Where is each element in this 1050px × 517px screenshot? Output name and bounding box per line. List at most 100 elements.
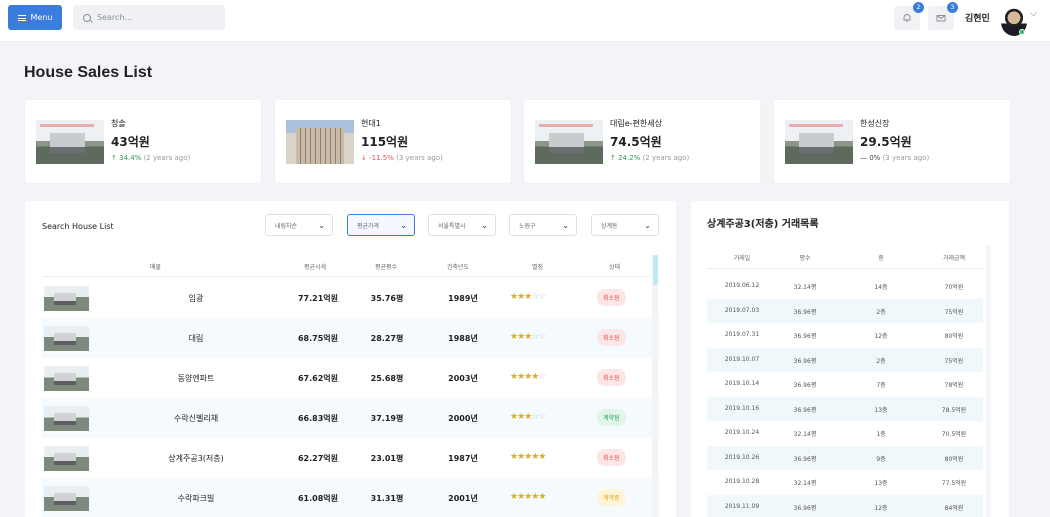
house-card-name: 한성신장 [860,119,890,128]
house-card-name: 대림e-편한세상 [610,119,662,128]
table-row[interactable]: 2019.06.12 32.14평 14층 70억원 [707,274,983,298]
trade-floor: 14층 [874,284,888,291]
avg-size: 25.68평 [370,374,404,383]
table-row[interactable]: 2019.10.26 36.96평 9층 80억원 [707,445,983,470]
notifications-count-badge: 2 [913,2,924,13]
avg-price: 61.08억원 [297,494,339,503]
house-card[interactable]: 대림e-편한세상 74.5억원 ↑ 24.2% (2 years ago) [524,100,760,183]
column-header-trade-amount[interactable]: 거래금액 [919,253,989,262]
neighborhood-select[interactable]: 상계동 ⌄ [591,214,659,236]
hamburger-icon [17,14,26,21]
built-year: 2001년 [448,494,478,503]
table-row[interactable]: 2019.10.24 32.14평 1층 70.5억원 [707,421,983,445]
table-header: 매물 평균시세 평균평수 건축년도 별점 상태 [42,255,660,277]
filter-label: 서울특별시 [438,222,466,230]
notifications-button[interactable]: 2 [894,2,924,30]
house-thumbnail [44,326,89,351]
star-rating: ★★★★★ [510,452,562,462]
house-card[interactable]: 한성신장 29.5억원 — 0% (3 years ago) [774,100,1010,183]
chevron-down-icon: ⌄ [562,220,569,230]
page-title: House Sales List [24,64,153,81]
avg-size: 31.31평 [370,494,404,503]
filter-label: 평균가격 [357,222,380,230]
house-card-name: 현대1 [361,119,381,128]
trade-floor: 12층 [874,333,888,340]
house-name: 임광 [188,294,204,303]
trade-list-panel: 상계주공3(저층) 거래목록 거래일 평수 층 거래금액 2019.06.12 3… [691,201,1009,517]
house-thumbnail [535,120,603,164]
trade-date: 2019.11.09 [724,502,760,510]
filter-label: 노원구 [519,222,536,230]
chevron-down-icon[interactable]: ⌵ [1030,9,1037,19]
status-badge: 취소됨 [597,369,626,386]
messages-button[interactable]: 3 [928,2,958,30]
trade-size: 36.96평 [793,357,817,365]
star-icon: ☆ [538,412,546,422]
table-row[interactable]: 2019.10.16 36.96평 13층 78.5억원 [707,396,983,421]
avg-price: 62.27억원 [297,454,339,463]
trade-floor: 9층 [876,455,886,463]
avg-price: 68.75억원 [297,334,339,343]
avg-price: 66.83억원 [297,414,339,423]
trade-size: 36.96평 [793,455,817,463]
built-year: 1988년 [448,334,478,343]
trade-size: 32.14평 [793,284,817,291]
star-rating: ★★★☆☆ [510,292,562,302]
table-row[interactable]: 동양엔파트 67.62억원 25.68평 2003년 ★★★★☆ 취소됨 [42,358,660,398]
house-card-name: 청솔 [111,119,126,128]
column-header-avg-price[interactable]: 평균시세 [304,262,326,271]
column-header-trade-date[interactable]: 거래일 [707,253,777,262]
house-card[interactable]: 청솔 43억원 ↑ 34.4% (2 years ago) [25,100,261,183]
house-card-change: ↑ 34.4% (2 years ago) [111,154,190,162]
scrollbar-thumb[interactable] [653,255,658,285]
column-header-floor[interactable]: 층 [846,253,916,262]
table-row[interactable]: 2019.07.31 36.96평 12층 80억원 [707,323,983,347]
column-header-size[interactable]: 평수 [770,253,840,262]
column-header-rating[interactable]: 별점 [532,262,543,271]
house-card[interactable]: 현대1 115억원 ↓ -11.5% (3 years ago) [275,100,511,183]
column-header-avg-size[interactable]: 평균평수 [375,262,397,271]
built-year: 2003년 [448,374,478,383]
trade-date: 2019.10.14 [724,380,760,387]
table-row[interactable]: 2019.11.09 36.96평 12층 84억원 [707,494,983,517]
column-header-listing[interactable]: 매물 [150,262,161,271]
built-year: 1989년 [448,294,478,303]
table-row[interactable]: 수락파크빌 61.08억원 31.31평 2001년 ★★★★★ 계약중 [42,478,660,517]
trade-date: 2019.07.31 [724,331,760,338]
sort-field-select[interactable]: 평균가격 ⌄ [347,214,415,236]
house-thumbnail [36,120,104,164]
house-name: 상계주공3(저층) [168,454,224,463]
table-row[interactable]: 2019.07.03 36.96평 2층 75억원 [707,298,983,323]
column-header-built-year[interactable]: 건축년도 [447,262,469,271]
table-row[interactable]: 2019.10.07 36.96평 2층 75억원 [707,347,983,372]
table-row[interactable]: 2019.10.14 36.96평 7층 78억원 [707,372,983,396]
sort-order-select[interactable]: 내림차순 ⌄ [265,214,333,236]
city-select[interactable]: 서울특별시 ⌄ [428,214,496,236]
table-row[interactable]: 대림 68.75억원 28.27평 1988년 ★★★☆☆ 취소됨 [42,318,660,358]
menu-button[interactable]: Menu [8,5,62,30]
trade-floor: 13층 [874,480,888,487]
search-input[interactable] [97,13,207,22]
house-card-price: 43억원 [111,135,150,149]
column-header-status[interactable]: 상태 [609,262,620,271]
trade-size: 36.96평 [793,333,817,340]
table-header: 거래일 평수 층 거래금액 [707,245,983,269]
table-row[interactable]: 2019.10.28 32.14평 13층 77.5억원 [707,470,983,494]
trade-floor: 2층 [876,308,886,316]
search-box[interactable] [73,5,225,30]
change-value: ↑ 24.2% [610,154,641,162]
house-name: 동양엔파트 [177,374,215,383]
chevron-down-icon: ⌄ [400,220,407,230]
user-name[interactable]: 김현민 [965,11,990,24]
status-badge: 계약됨 [597,409,626,426]
menu-label: Menu [30,13,53,22]
district-select[interactable]: 노원구 ⌄ [509,214,577,236]
scrollbar-track[interactable] [652,255,658,517]
scrollbar-track[interactable] [986,245,991,517]
trade-date: 2019.06.12 [724,282,760,289]
table-row[interactable]: 상계주공3(저층) 62.27억원 23.01평 1987년 ★★★★★ 취소됨 [42,438,660,478]
house-thumbnail [44,446,89,471]
filter-label: 내림차순 [275,222,298,230]
table-row[interactable]: 임광 77.21억원 35.76평 1989년 ★★★☆☆ 취소됨 [42,278,660,318]
table-row[interactable]: 수락신벨리채 66.83억원 37.19평 2000년 ★★★☆☆ 계약됨 [42,398,660,438]
